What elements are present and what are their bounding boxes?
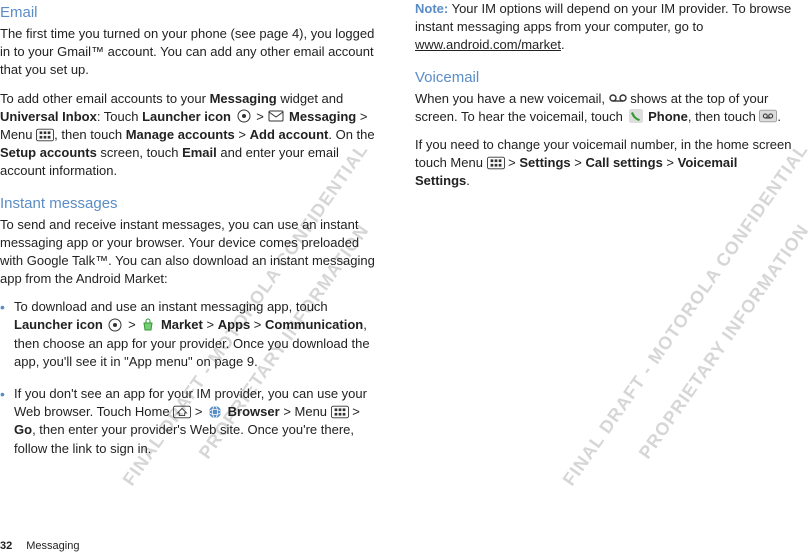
im-para-1: To send and receive instant messages, yo… (0, 216, 380, 289)
page-number: 32 (0, 540, 12, 552)
voicemail-key-icon (759, 109, 777, 123)
menu-icon (487, 156, 505, 170)
footer-label: Messaging (26, 540, 79, 552)
messaging-icon (267, 109, 285, 123)
menu-icon (331, 405, 349, 419)
phone-icon (627, 109, 645, 123)
launcher-icon (106, 318, 124, 332)
menu-icon (36, 128, 54, 142)
voicemail-para-2: If you need to change your voicemail num… (415, 136, 795, 191)
email-para-1: The first time you turned on your phone … (0, 25, 380, 80)
im-bullet-browser: If you don't see an app for your IM prov… (0, 385, 380, 458)
launcher-icon (235, 109, 253, 123)
voicemail-para-1: When you have a new voicemail, shows at … (415, 90, 795, 126)
page-footer: 32 Messaging (0, 540, 79, 552)
im-bullet-download: To download and use an instant messaging… (0, 298, 380, 371)
home-icon (173, 405, 191, 419)
email-para-2: To add other email accounts to your Mess… (0, 90, 380, 181)
market-icon (139, 318, 157, 332)
voicemail-icon (609, 91, 627, 105)
heading-voicemail: Voicemail (415, 69, 795, 86)
heading-instant-messages: Instant messages (0, 195, 380, 212)
heading-email: Email (0, 4, 380, 21)
browser-icon (206, 405, 224, 419)
im-note: Note: Your IM options will depend on you… (415, 0, 795, 55)
market-link[interactable]: www.android.com/market (415, 37, 561, 52)
